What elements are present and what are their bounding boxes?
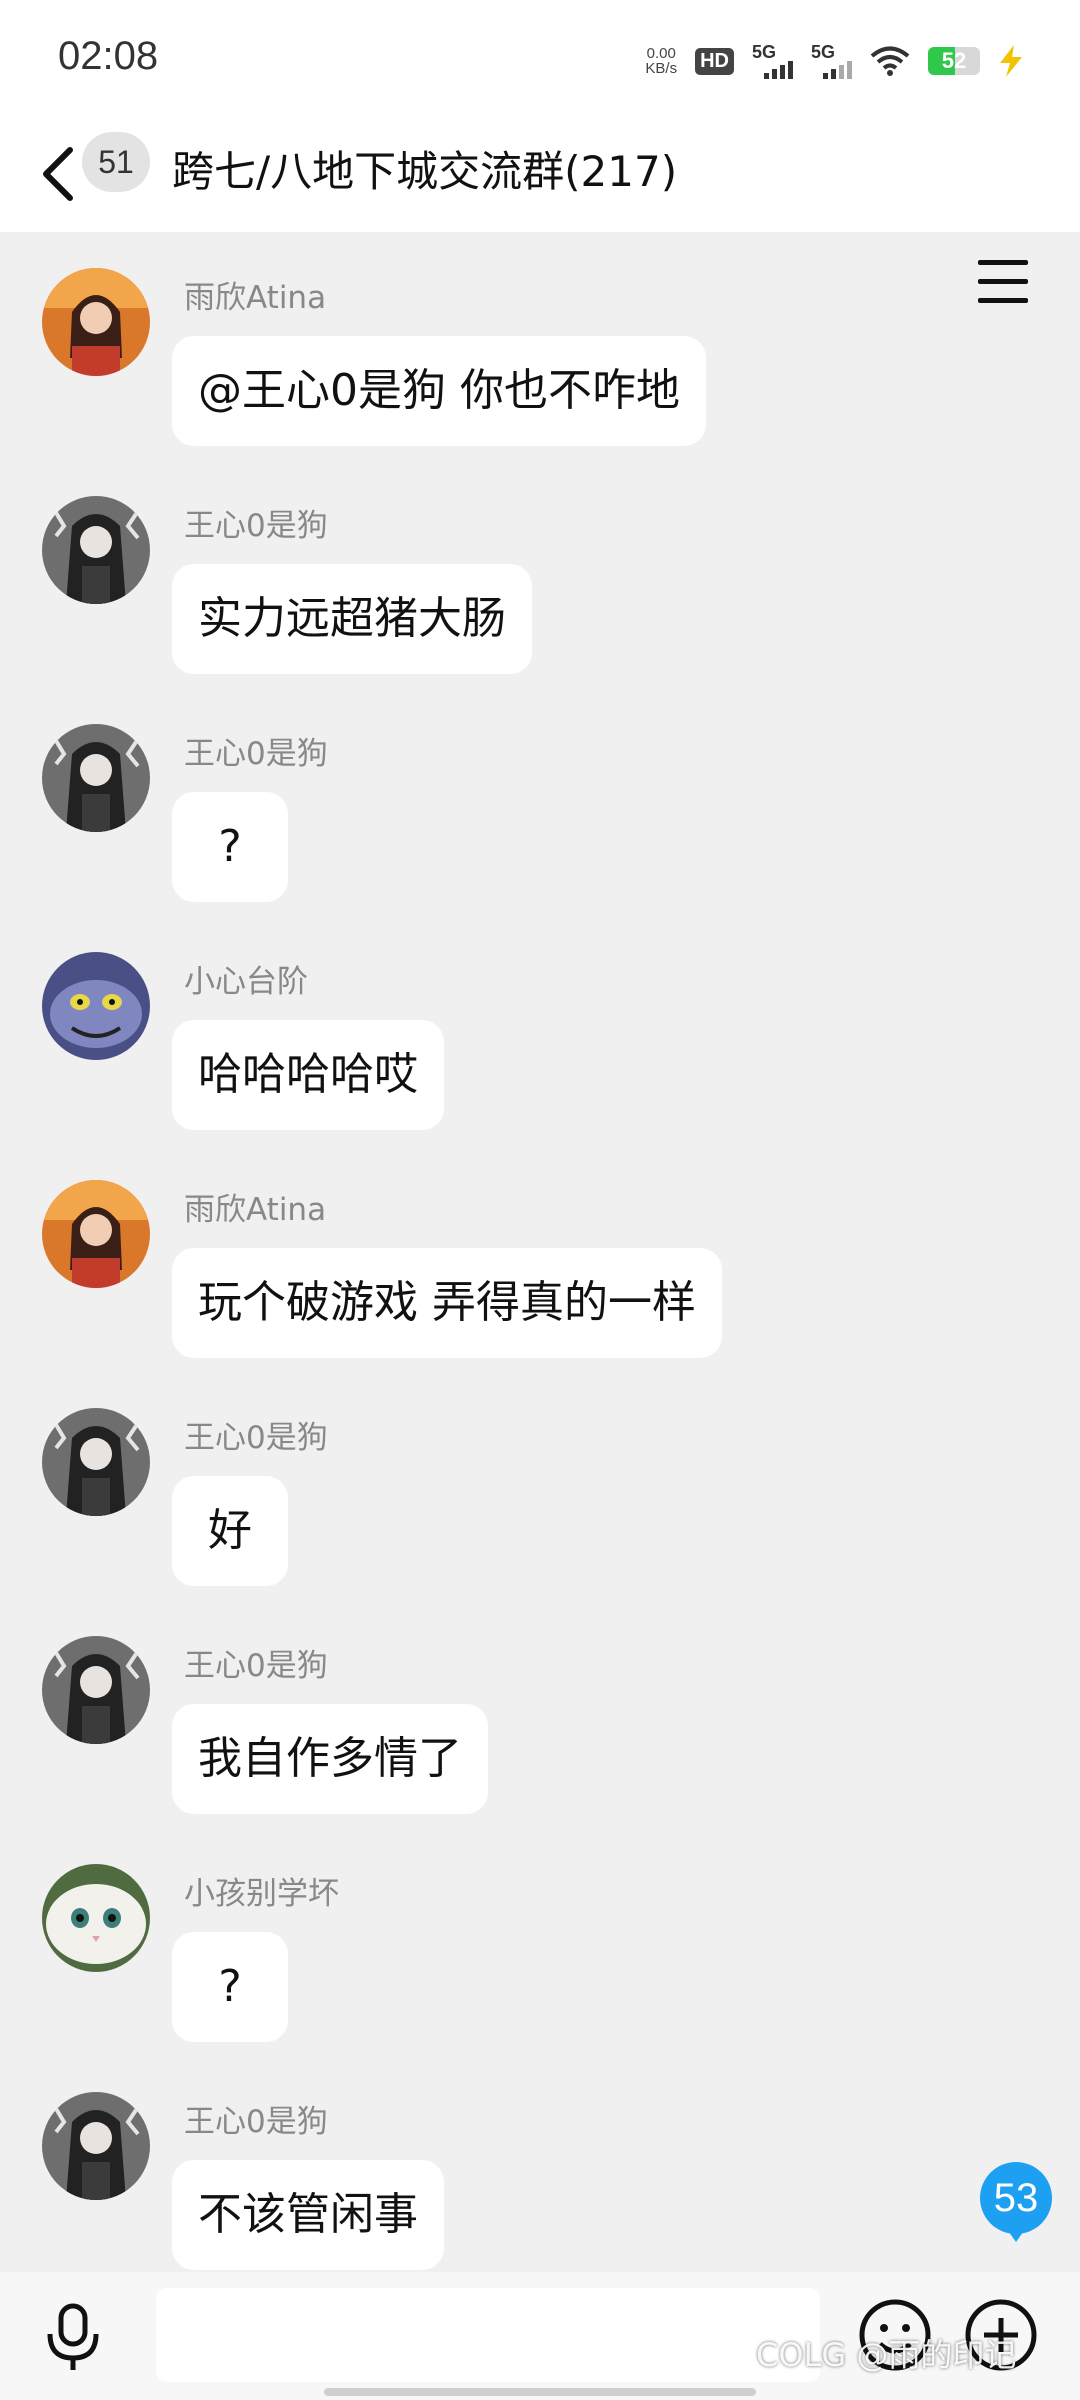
message-item: 雨欣Atina 玩个破游戏 弄得真的一样 [0, 1144, 1080, 1372]
message-bubble[interactable]: 实力远超猪大肠 [172, 564, 532, 674]
message-input[interactable] [156, 2288, 820, 2382]
bolt-icon [1000, 45, 1022, 77]
new-message-badge[interactable]: 53 [980, 2162, 1052, 2234]
message-bubble[interactable]: 好 [172, 1476, 288, 1586]
message-bubble[interactable]: 玩个破游戏 弄得真的一样 [172, 1248, 722, 1358]
sender-name: 王心0是狗 [184, 508, 328, 544]
sender-name: 雨欣Atina [184, 280, 327, 316]
hd-voice-icon: HD [695, 47, 734, 75]
message-item: 王心0是狗 ? [0, 688, 1080, 916]
sender-name: 王心0是狗 [184, 736, 328, 772]
message-bubble[interactable]: ? [172, 792, 288, 902]
girl-photo-avatar[interactable] [42, 1180, 150, 1288]
signal-2-icon: 5G [811, 43, 852, 79]
status-icons: 0.00 KB/s HD 5G 5G 52 [645, 36, 1024, 86]
watermark: COLG @雨的印记 [756, 2336, 1017, 2374]
anime-deer-avatar[interactable] [42, 2092, 150, 2200]
message-item: 小孩别学坏 ? [0, 1828, 1080, 2056]
chevron-left-icon [43, 147, 73, 201]
girl-photo-avatar[interactable] [42, 268, 150, 376]
sender-name: 王心0是狗 [184, 1648, 328, 1684]
signal-1-icon: 5G [752, 43, 793, 79]
message-item: 小心台阶 哈哈哈哈哎 [0, 916, 1080, 1144]
new-message-badge-tail [1006, 2228, 1026, 2242]
back-button[interactable] [34, 142, 84, 206]
sender-name: 小孩别学坏 [184, 1876, 339, 1912]
group-title[interactable]: 跨七/八地下城交流群(217) [172, 138, 677, 199]
message-bubble[interactable]: 我自作多情了 [172, 1704, 488, 1814]
network-speed: 0.00 KB/s [645, 46, 677, 76]
network-speed-value: 0.00 [646, 45, 676, 62]
home-indicator[interactable] [324, 2388, 756, 2396]
voice-button[interactable] [40, 2302, 106, 2372]
signal-2-label: 5G [811, 42, 836, 62]
hd-label: HD [700, 49, 729, 72]
tom-cat-avatar[interactable] [42, 952, 150, 1060]
signal-1-label: 5G [752, 42, 777, 62]
message-list[interactable]: 雨欣Atina @王心0是狗 你也不咋地 王心0是狗 实力远超猪大肠 王心0是狗… [0, 232, 1080, 2272]
microphone-icon [47, 2303, 99, 2370]
white-cat-avatar[interactable] [42, 1864, 150, 1972]
anime-deer-avatar[interactable] [42, 1408, 150, 1516]
wifi-icon [870, 46, 910, 76]
message-item: 王心0是狗 我自作多情了 [0, 1600, 1080, 1828]
message-item: 王心0是狗 实力远超猪大肠 [0, 460, 1080, 688]
message-item: 雨欣Atina @王心0是狗 你也不咋地 [0, 232, 1080, 460]
sender-name: 雨欣Atina [184, 1192, 327, 1228]
unread-count-badge[interactable]: 51 [82, 132, 150, 192]
battery-icon: 52 [928, 47, 980, 75]
anime-deer-avatar[interactable] [42, 724, 150, 832]
sender-name: 小心台阶 [184, 964, 308, 1000]
message-bubble[interactable]: @王心0是狗 你也不咋地 [172, 336, 706, 446]
message-bubble[interactable]: 不该管闲事 [172, 2160, 444, 2270]
network-speed-unit: KB/s [645, 60, 678, 77]
message-item: 王心0是狗 好 [0, 1372, 1080, 1600]
message-bubble[interactable]: ? [172, 1932, 288, 2042]
anime-deer-avatar[interactable] [42, 496, 150, 604]
sender-name: 王心0是狗 [184, 1420, 328, 1456]
anime-deer-avatar[interactable] [42, 1636, 150, 1744]
message-bubble[interactable]: 哈哈哈哈哎 [172, 1020, 444, 1130]
status-time: 02:08 [58, 34, 159, 78]
sender-name: 王心0是狗 [184, 2104, 328, 2140]
message-item: 王心0是狗 不该管闲事 [0, 2056, 1080, 2272]
status-bar: 02:08 0.00 KB/s HD 5G 5G 52 [0, 0, 1080, 116]
battery-level: 52 [941, 48, 967, 73]
